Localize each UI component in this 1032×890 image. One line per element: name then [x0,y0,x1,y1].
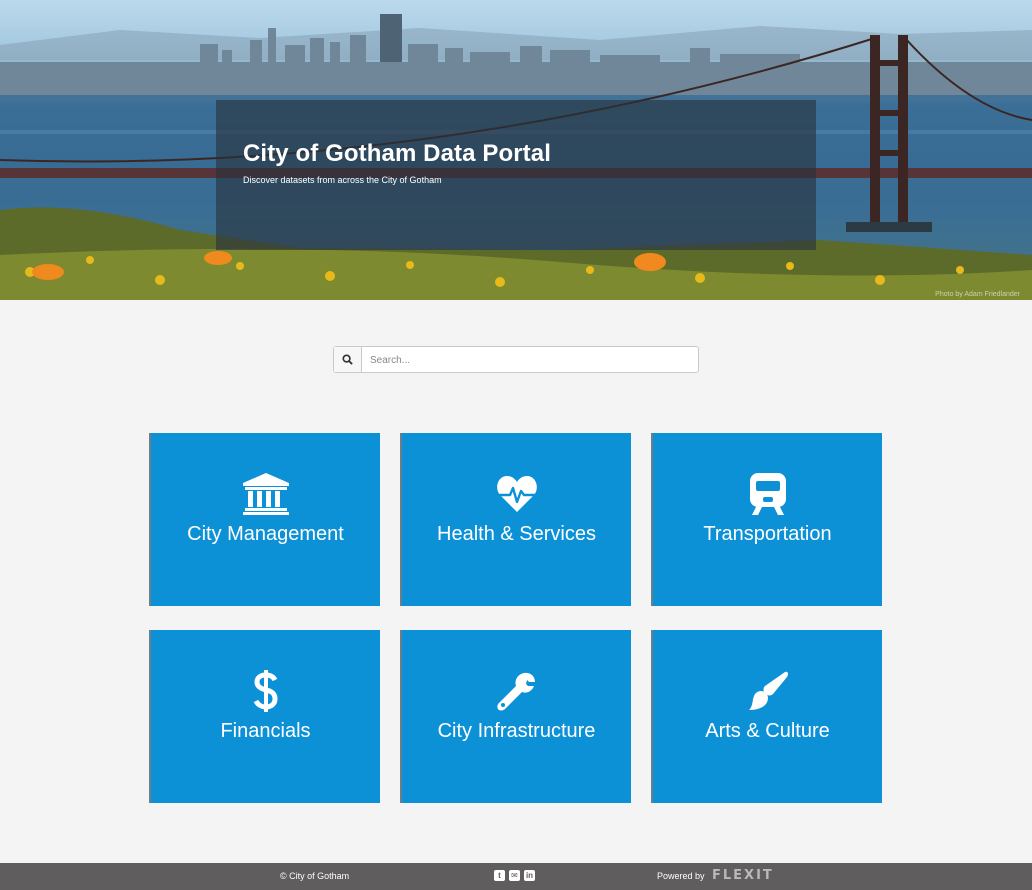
search-bar [333,346,702,374]
tile-label: Financials [220,720,311,742]
paintbrush-icon [748,671,788,710]
tile-label: Arts & Culture [705,720,830,742]
tile-label: City Infrastructure [437,720,596,742]
hero-overlay: City of Gotham Data Portal Discover data… [216,100,816,250]
heartbeat-icon [496,476,537,512]
page-subtitle: Discover datasets from across the City o… [243,175,442,185]
tile-label: Health & Services [437,523,596,545]
tile-transportation[interactable]: Transportation [651,433,882,606]
photo-credit: Photo by Adam Friedlander [935,291,1020,298]
tile-label: City Management [187,523,344,545]
tile-label: Transportation [703,523,832,545]
dollar-icon [253,670,278,712]
search-icon [342,354,353,365]
search-input[interactable] [362,347,702,374]
twitter-icon[interactable]: t [494,870,505,881]
page-title: City of Gotham Data Portal [243,140,551,167]
copyright-text: © City of Gotham [280,871,350,881]
email-icon[interactable]: ✉ [509,870,520,881]
wrench-icon [496,672,535,711]
brand-logo[interactable]: FLEXIT [712,868,774,883]
search-button[interactable] [334,347,362,372]
footer: © City of Gotham t ✉ in Powered by FLEXI… [0,863,1032,890]
social-links: t ✉ in [494,870,535,881]
tile-arts-culture[interactable]: Arts & Culture [651,630,882,803]
tile-city-management[interactable]: City Management [149,433,380,606]
building-icon [242,473,289,515]
tile-financials[interactable]: Financials [149,630,380,803]
train-icon [749,473,786,515]
powered-by-text: Powered by [657,871,705,881]
linkedin-icon[interactable]: in [524,870,535,881]
tile-city-infrastructure[interactable]: City Infrastructure [400,630,631,803]
tile-health-services[interactable]: Health & Services [400,433,631,606]
hero-banner: City of Gotham Data Portal Discover data… [0,0,1032,300]
